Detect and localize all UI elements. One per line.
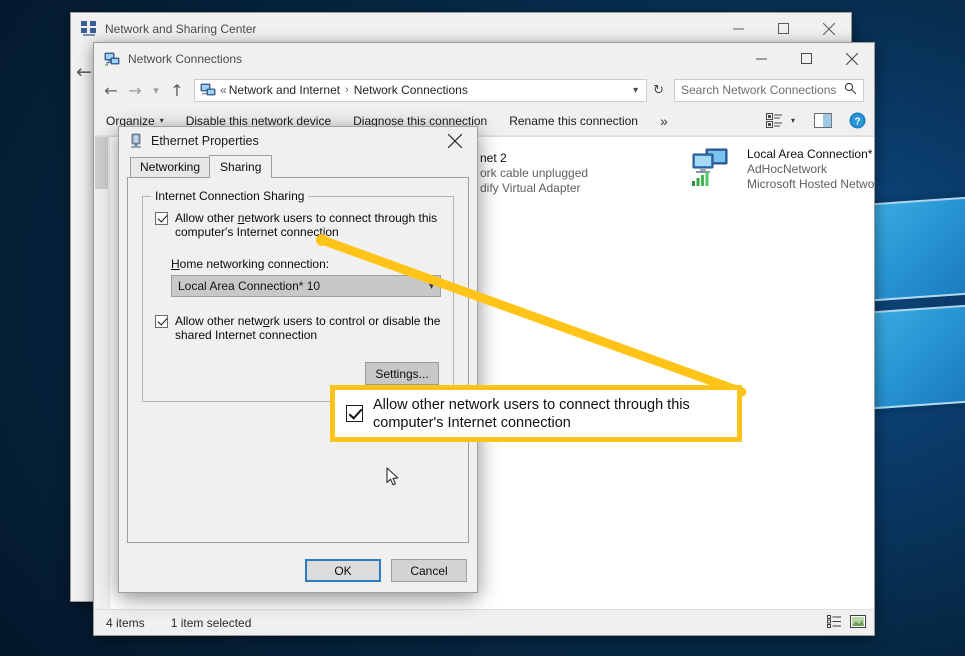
more-commands-button[interactable]: » [660,113,668,129]
change-view-icon[interactable] [765,113,782,128]
allow-connect-line2: computer's Internet connection [175,225,339,239]
dialog-title: Ethernet Properties [151,134,259,148]
back-icon[interactable]: ← [100,78,122,102]
address-bar-row[interactable]: ← → ▾ ↑ « Network and Internet › Network… [94,74,874,106]
chevron-down-icon[interactable]: ▾ [429,281,434,292]
ethernet-adapter-icon [129,133,143,149]
tab-networking[interactable]: Networking [130,157,211,177]
connection-adapter: dify Virtual Adapter [480,181,581,195]
dialog-titlebar[interactable]: Ethernet Properties [119,127,477,155]
status-view-buttons[interactable] [827,614,866,631]
up-icon[interactable]: ↑ [166,78,188,102]
nsc-titlebar[interactable]: Network and Sharing Center [71,13,851,44]
cancel-button[interactable]: Cancel [391,559,467,582]
command-bar-right-group[interactable]: ▾ ? [765,112,866,129]
minimize-icon[interactable] [739,43,784,74]
list-item[interactable]: net 2 ork cable unplugged dify Virtual A… [480,151,588,196]
chevron-down-icon: ▾ [159,116,164,125]
ok-button[interactable]: OK [305,559,381,582]
windows-logo-wallpaper [862,188,965,419]
view-chevron-down-icon[interactable]: ▾ [791,116,795,125]
large-icons-view-icon[interactable] [850,614,866,631]
rename-connection-button[interactable]: Rename this connection [509,114,638,128]
allow-connect-line1-post: etwork users to connect through this [244,211,438,225]
home-networking-connection-select[interactable]: Local Area Connection* 10 ▾ [171,275,441,297]
search-input[interactable]: Search Network Connections [674,78,864,102]
connection-status: AdHocNetwork [747,162,828,176]
ethernet-properties-dialog[interactable]: Ethernet Properties Networking Sharing I… [118,126,478,593]
desktop: Network and Sharing Center ← Network Con… [0,0,965,656]
home-networking-selected-value: Local Area Connection* 10 [178,279,321,293]
home-networking-label-rest: ome networking connection: [179,257,330,271]
allow-control-checkbox[interactable] [155,315,168,328]
network-connections-icon [200,82,216,98]
address-chevrons[interactable]: « [220,83,227,97]
list-item[interactable]: Local Area Connection* 10 AdHocNetwork M… [690,147,874,192]
group-legend: Internet Connection Sharing [151,189,309,203]
explorer-titlebar[interactable]: ← Network Connections [76,43,874,83]
back-arrow-icon[interactable]: ← [76,61,92,83]
search-icon[interactable] [844,82,857,98]
sharing-tab-page: Internet Connection Sharing Allow other … [127,177,469,543]
allow-connect-line1-pre: Allow other [175,211,238,225]
internet-connection-sharing-group: Internet Connection Sharing Allow other … [142,189,454,402]
allow-control-line1-pre: Allow other netw [175,314,264,328]
settings-button[interactable]: Settings... [365,362,439,385]
close-icon[interactable] [829,43,874,74]
settings-row: Settings... [155,342,441,385]
forward-icon[interactable]: → [124,78,146,102]
explorer-title: Network Connections [128,51,243,66]
chevron-down-icon[interactable]: ▾ [628,85,643,96]
svg-text:?: ? [854,117,860,128]
recent-locations-icon[interactable]: ▾ [148,78,164,102]
logo-pane-bottom-left [862,304,965,411]
preview-pane-icon[interactable] [814,113,832,128]
allow-control-checkbox-row[interactable]: Allow other network users to control or … [155,314,441,342]
mouse-pointer-icon [386,467,400,492]
allow-connect-label: Allow other network users to connect thr… [175,211,437,239]
breadcrumb-separator: › [345,84,349,96]
close-icon[interactable] [806,13,851,44]
home-networking-label: Home networking connection: [171,257,441,271]
connection-name: Local Area Connection* 10 [747,147,874,161]
maximize-icon[interactable] [784,43,829,74]
minimize-icon[interactable] [716,13,761,44]
network-sharing-icon [81,20,97,37]
connection-adapter: Microsoft Hosted Network ... [747,177,874,191]
search-placeholder: Search Network Connections [681,83,837,97]
allow-control-line1-post: rk users to control or disable the [269,314,441,328]
maximize-icon[interactable] [761,13,806,44]
allow-connect-checkbox-row[interactable]: Allow other network users to connect thr… [155,211,441,239]
home-networking-accel: H [171,257,180,271]
explorer-window-controls[interactable] [739,43,874,74]
close-icon[interactable] [433,127,477,155]
connection-status: ork cable unplugged [480,166,589,180]
help-icon[interactable]: ? [849,112,866,129]
address-bar[interactable]: « Network and Internet › Network Connect… [194,78,648,102]
vertical-scrollbar[interactable] [94,137,110,609]
allow-control-line2: shared Internet connection [175,328,318,342]
connection-name: net 2 [480,151,507,165]
scrollbar-thumb[interactable] [95,137,108,189]
tab-sharing[interactable]: Sharing [209,155,273,178]
dialog-content: Networking Sharing Internet Connection S… [127,155,469,543]
allow-control-accel: o [263,314,270,328]
network-connections-icon [104,51,120,67]
breadcrumb-network-and-internet[interactable]: Network and Internet [229,83,340,97]
dialog-buttons[interactable]: OK Cancel [119,551,477,592]
nsc-title: Network and Sharing Center [105,21,257,36]
dialog-tabs[interactable]: Networking Sharing [127,155,469,178]
allow-control-label: Allow other network users to control or … [175,314,440,342]
nsc-window-controls[interactable] [716,13,851,44]
status-bar: 4 items 1 item selected [94,609,874,635]
details-view-icon[interactable] [827,614,842,631]
logo-pane-top-left [862,196,965,303]
breadcrumb-network-connections[interactable]: Network Connections [354,83,468,97]
wireless-adapter-icon [690,147,738,189]
allow-connect-checkbox[interactable] [155,212,168,225]
refresh-icon[interactable]: ↻ [649,83,668,98]
item-count: 4 items [106,615,145,630]
selection-count: 1 item selected [170,615,252,630]
